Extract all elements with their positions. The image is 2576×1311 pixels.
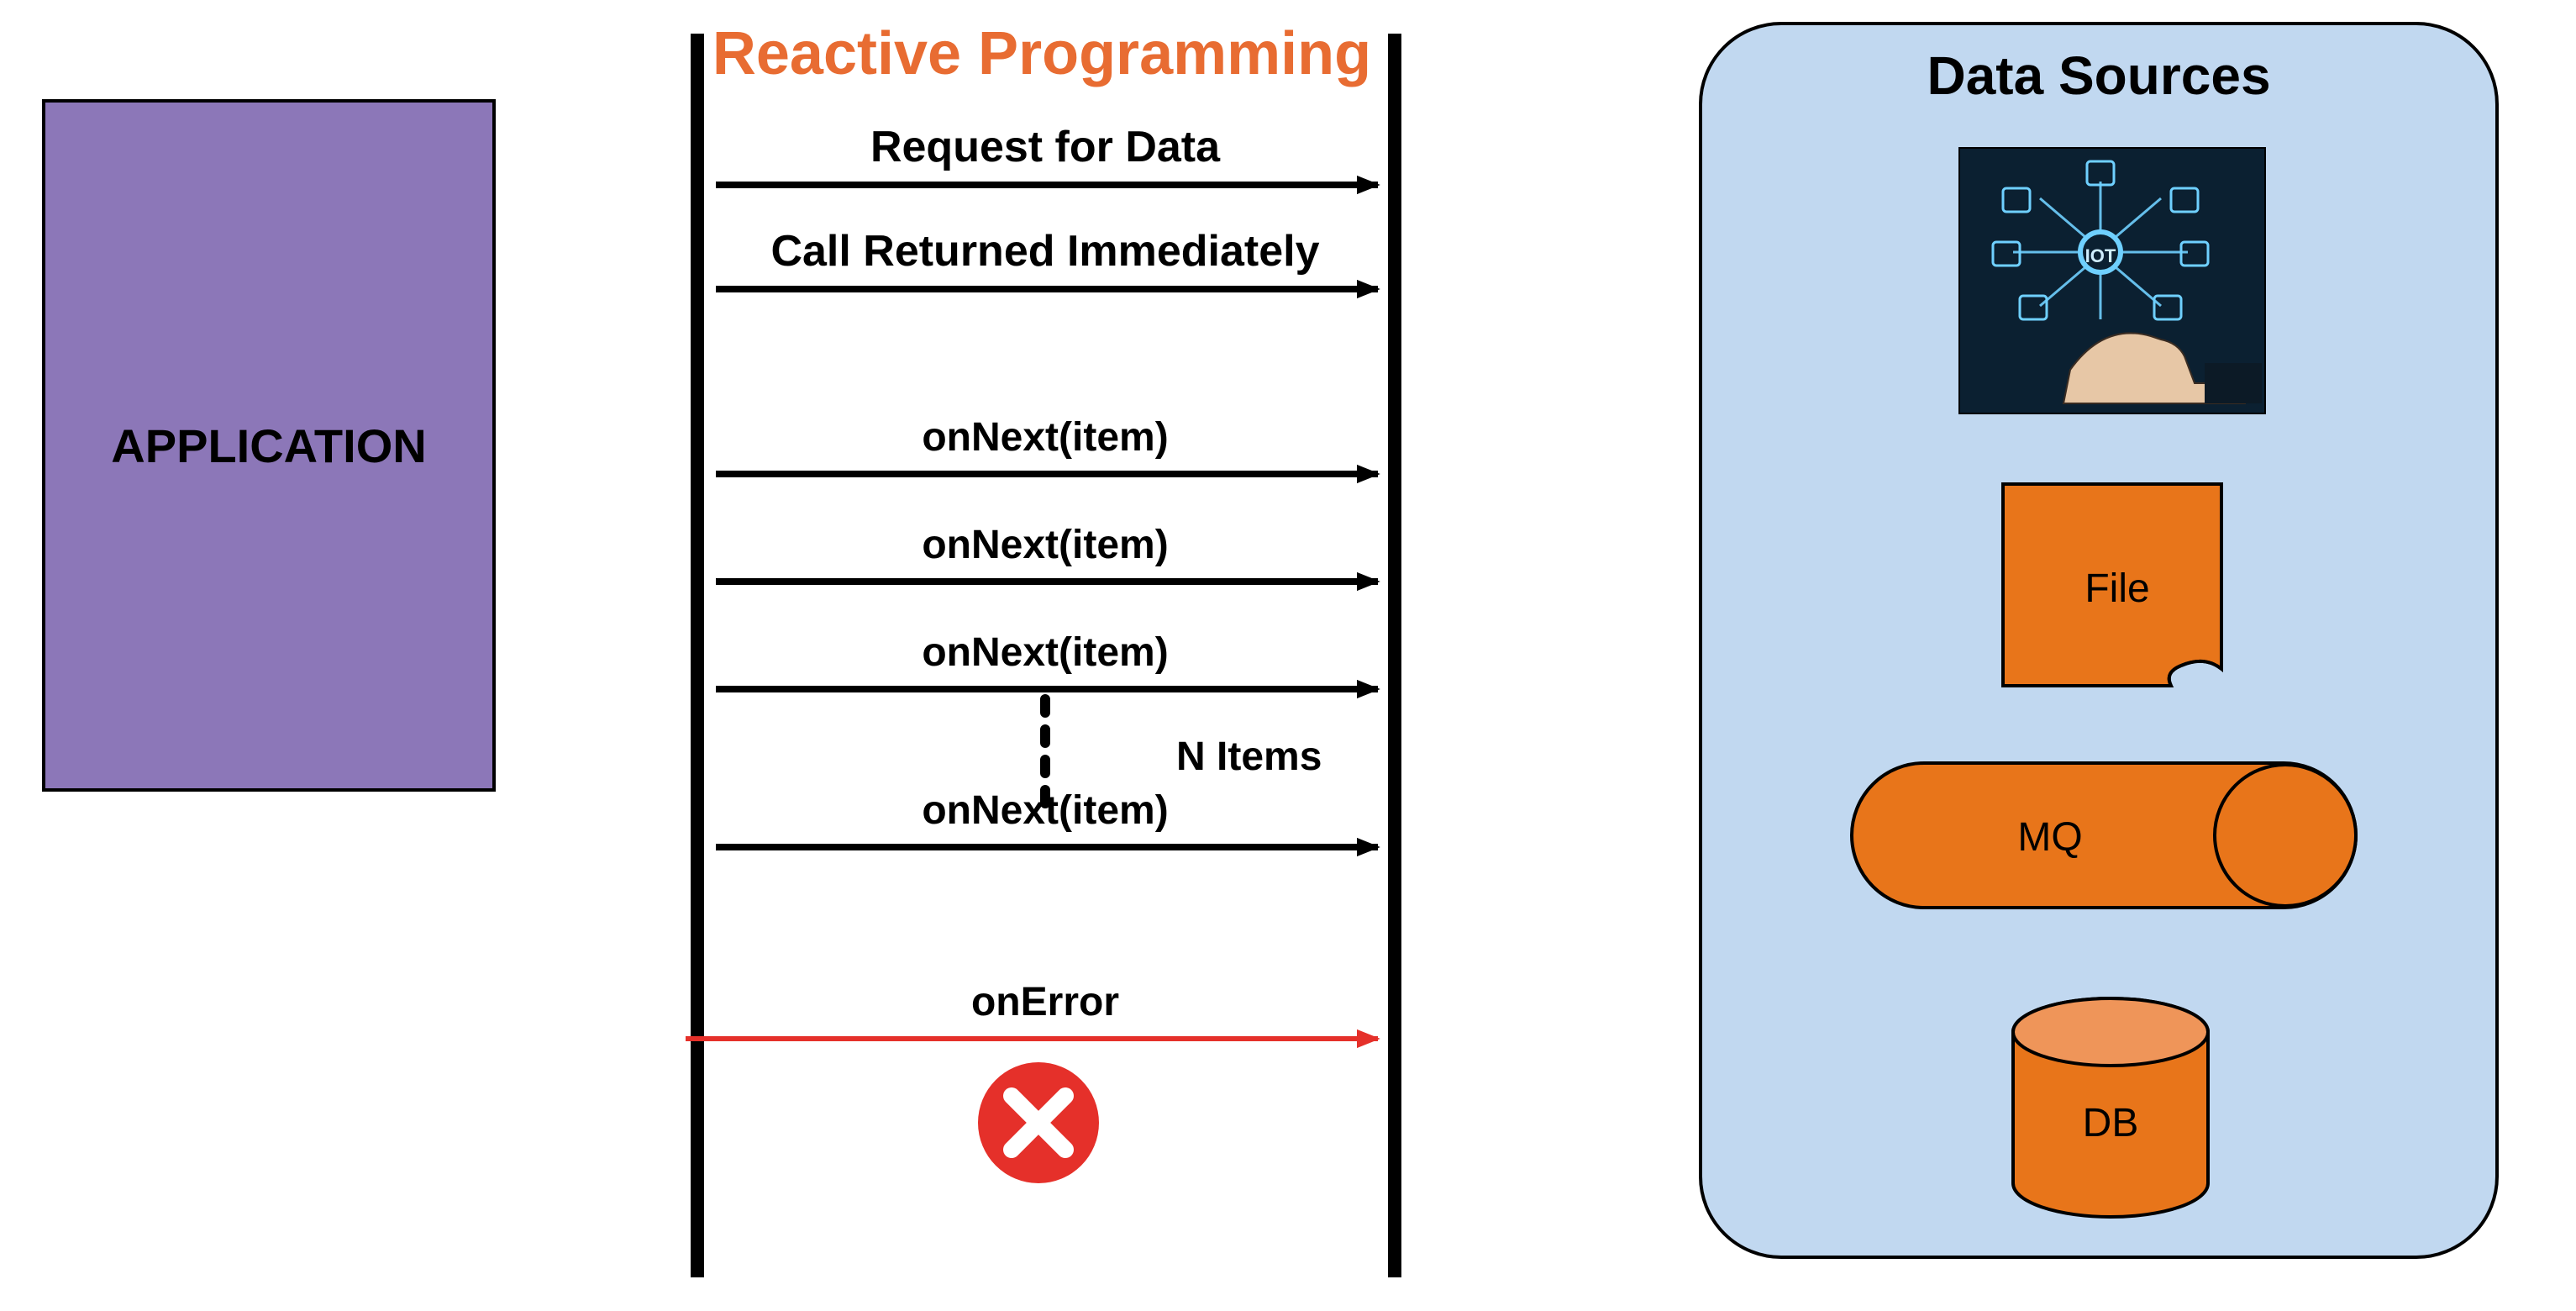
data-sources-title: Data Sources <box>1927 45 2270 106</box>
arrow-request-label: Request for Data <box>870 123 1221 171</box>
application-block: APPLICATION <box>44 101 494 790</box>
arrow-call-returned: Call Returned Immediately <box>716 227 1378 289</box>
mq-icon: MQ <box>1852 763 2356 908</box>
arrow-request: Request for Data <box>716 123 1378 185</box>
arrow-onnext-3-label: onNext(item) <box>922 630 1168 675</box>
application-label: APPLICATION <box>111 419 426 472</box>
reactive-programming-diagram: APPLICATION Reactive Programming Request… <box>0 0 2576 1311</box>
arrow-onnext-2-label: onNext(item) <box>922 523 1168 567</box>
arrow-onnext-4-label: onNext(item) <box>922 788 1168 833</box>
arrow-onnext-4: onNext(item) <box>716 788 1378 847</box>
db-label: DB <box>2083 1101 2139 1145</box>
arrow-onnext-1: onNext(item) <box>716 415 1378 474</box>
arrow-call-returned-label: Call Returned Immediately <box>770 227 1319 276</box>
n-items-label: N Items <box>1176 734 1322 779</box>
arrow-onerror-label: onError <box>971 980 1119 1024</box>
mq-label: MQ <box>2017 815 2082 860</box>
db-icon: DB <box>2013 998 2208 1217</box>
sequence-diagram: Reactive Programming Request for Data Ca… <box>686 20 1395 1277</box>
iot-image-icon: IOT <box>1959 148 2265 413</box>
arrow-onnext-3: onNext(item) <box>716 630 1378 689</box>
arrow-onnext-1-label: onNext(item) <box>922 415 1168 460</box>
file-label: File <box>2084 566 2149 611</box>
arrow-onerror: onError <box>686 980 1378 1039</box>
svg-text:IOT: IOT <box>2085 245 2116 266</box>
data-sources-panel: Data Sources IOT <box>1701 24 2497 1257</box>
file-icon: File <box>2003 484 2221 686</box>
arrow-onnext-2: onNext(item) <box>716 523 1378 582</box>
diagram-title: Reactive Programming <box>712 20 1371 87</box>
error-icon <box>978 1062 1099 1183</box>
